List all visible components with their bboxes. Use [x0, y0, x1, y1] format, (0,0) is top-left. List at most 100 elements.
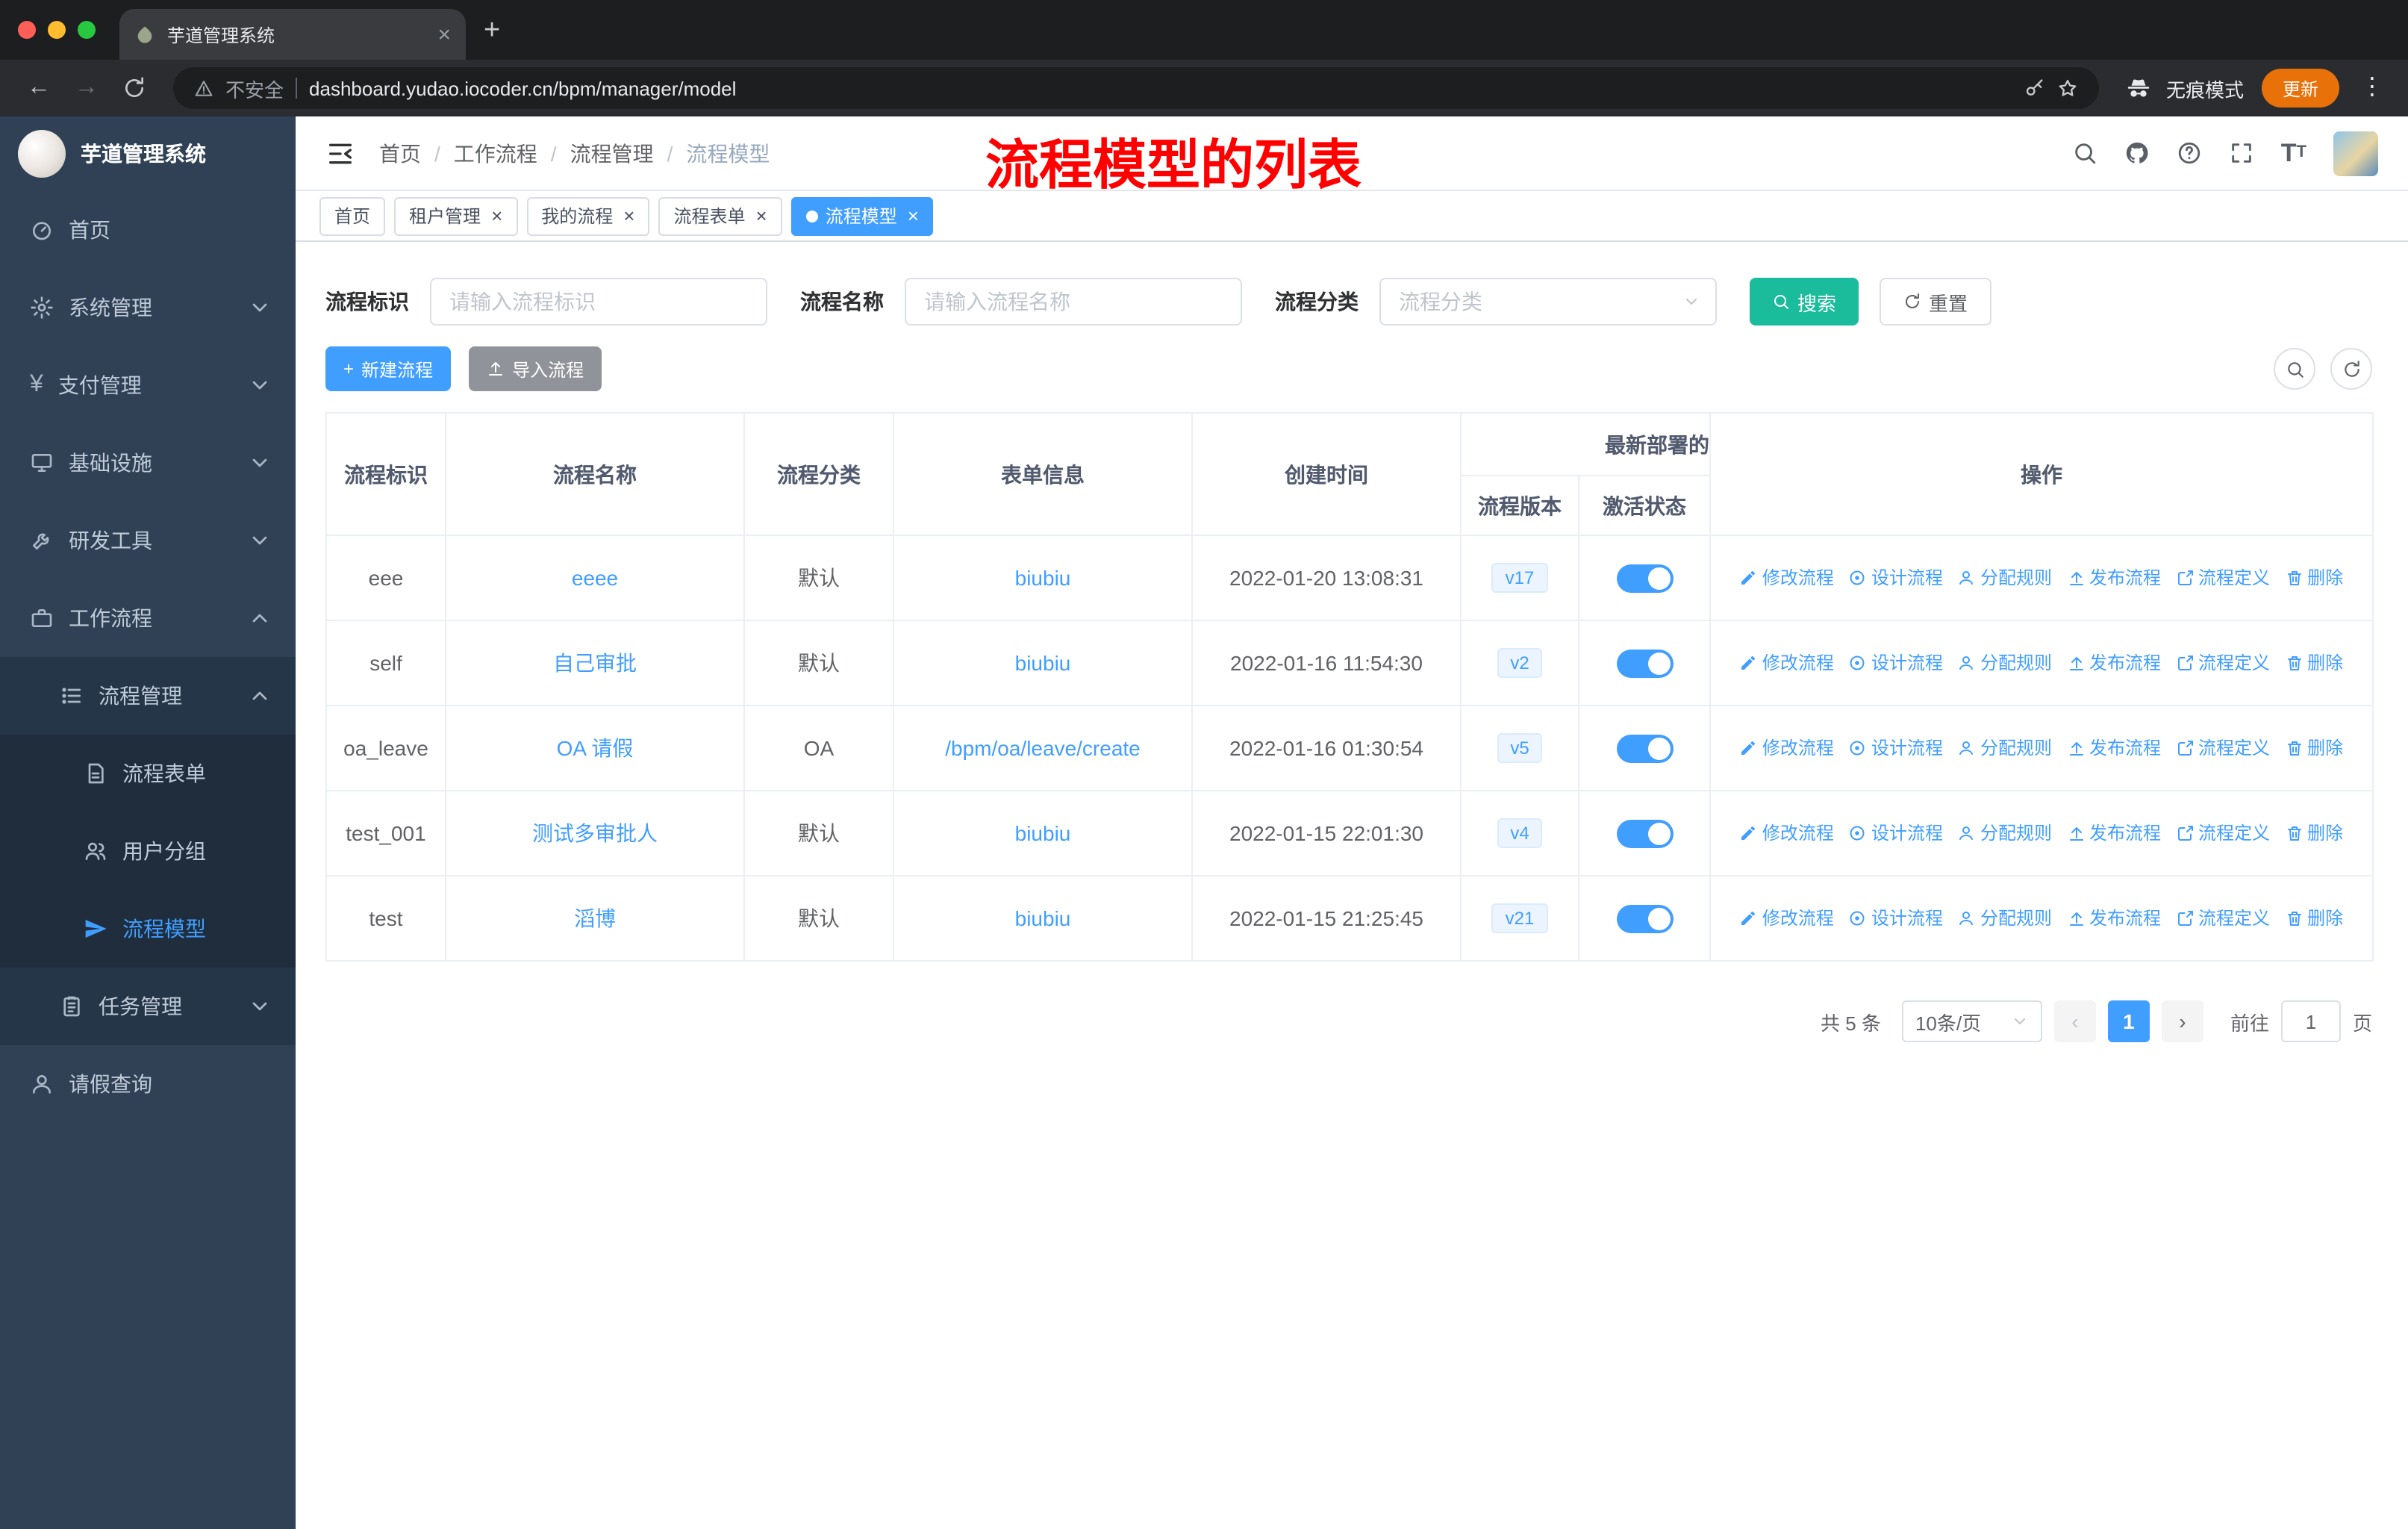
op-assign-link[interactable]: 分配规则 — [1958, 565, 2052, 591]
model-name-link[interactable]: 测试多审批人 — [532, 821, 658, 845]
sidebar-item-11[interactable]: 请假查询 — [0, 1045, 296, 1123]
reload-icon[interactable] — [113, 76, 155, 100]
op-definition-link[interactable]: 流程定义 — [2176, 906, 2270, 931]
back-icon[interactable]: ← — [18, 75, 60, 100]
toggle-search-button[interactable] — [2274, 348, 2315, 390]
op-delete-link[interactable]: 删除 — [2285, 906, 2343, 931]
close-icon[interactable]: × — [756, 206, 767, 225]
breadcrumb-item[interactable]: 首页 — [379, 138, 421, 168]
update-button[interactable]: 更新 — [2261, 69, 2339, 108]
prev-page-button[interactable]: ‹ — [2053, 1000, 2096, 1042]
refresh-table-button[interactable] — [2330, 348, 2372, 390]
url-bar[interactable]: 不安全 dashboard.yudao.iocoder.cn/bpm/manag… — [173, 67, 2099, 109]
page-tag-2[interactable]: 我的流程 × — [526, 196, 650, 235]
kebab-icon[interactable]: ⋮ — [2360, 75, 2384, 100]
model-id-input[interactable] — [430, 278, 767, 326]
page-size-select[interactable]: 10条/页 — [1901, 1000, 2042, 1042]
category-select[interactable]: 流程分类 — [1379, 278, 1717, 326]
close-window-button[interactable] — [18, 21, 36, 39]
plus-icon[interactable]: + — [484, 16, 500, 44]
model-name-link[interactable]: 滔博 — [574, 906, 616, 930]
form-link[interactable]: biubiu — [1015, 821, 1071, 845]
model-name-link[interactable]: OA 请假 — [557, 736, 634, 760]
active-toggle[interactable] — [1616, 564, 1673, 592]
key-icon[interactable] — [2024, 78, 2045, 99]
op-publish-link[interactable]: 发布流程 — [2067, 565, 2161, 591]
op-delete-link[interactable]: 删除 — [2285, 735, 2343, 761]
op-design-link[interactable]: 设计流程 — [1849, 906, 1943, 931]
sidebar-item-6[interactable]: 流程管理 — [0, 657, 296, 735]
op-delete-link[interactable]: 删除 — [2285, 565, 2343, 591]
fold-icon[interactable] — [325, 138, 355, 168]
active-toggle[interactable] — [1616, 819, 1673, 847]
sidebar-item-7[interactable]: 流程表单 — [0, 735, 296, 812]
page-tag-1[interactable]: 租户管理 × — [394, 196, 518, 235]
op-publish-link[interactable]: 发布流程 — [2067, 906, 2161, 931]
sidebar-item-4[interactable]: 研发工具 — [0, 502, 296, 579]
close-icon[interactable]: × — [437, 23, 451, 46]
op-edit-link[interactable]: 修改流程 — [1740, 906, 1834, 931]
op-assign-link[interactable]: 分配规则 — [1958, 820, 2052, 846]
op-publish-link[interactable]: 发布流程 — [2067, 650, 2161, 676]
import-model-button[interactable]: 导入流程 — [469, 346, 602, 391]
op-definition-link[interactable]: 流程定义 — [2176, 650, 2270, 676]
goto-page-input[interactable] — [2280, 1000, 2341, 1042]
active-toggle[interactable] — [1616, 734, 1673, 762]
form-link[interactable]: biubiu — [1015, 651, 1071, 675]
op-assign-link[interactable]: 分配规则 — [1958, 650, 2052, 676]
forward-icon[interactable]: → — [66, 75, 107, 100]
sidebar-item-8[interactable]: 用户分组 — [0, 812, 296, 890]
zoom-window-button[interactable] — [78, 21, 96, 39]
op-edit-link[interactable]: 修改流程 — [1740, 565, 1834, 591]
search-button[interactable]: 搜索 — [1750, 278, 1859, 326]
sidebar-item-9[interactable]: 流程模型 — [0, 890, 296, 968]
app-logo[interactable]: 芋道管理系统 — [0, 116, 296, 191]
op-assign-link[interactable]: 分配规则 — [1958, 906, 2052, 931]
model-name-link[interactable]: eeee — [572, 566, 618, 590]
page-tag-0[interactable]: 首页 — [319, 196, 386, 235]
form-link[interactable]: biubiu — [1015, 906, 1071, 930]
op-definition-link[interactable]: 流程定义 — [2176, 565, 2270, 591]
op-definition-link[interactable]: 流程定义 — [2176, 820, 2270, 846]
sidebar-item-3[interactable]: 基础设施 — [0, 424, 296, 502]
browser-tab[interactable]: 芋道管理系统 × — [119, 9, 466, 60]
github-icon[interactable] — [2124, 140, 2150, 166]
page-number-button[interactable]: 1 — [2107, 1000, 2150, 1042]
op-assign-link[interactable]: 分配规则 — [1958, 735, 2052, 761]
sidebar-item-5[interactable]: 工作流程 — [0, 579, 296, 657]
sidebar-item-0[interactable]: 首页 — [0, 191, 296, 269]
op-delete-link[interactable]: 删除 — [2285, 650, 2343, 676]
op-design-link[interactable]: 设计流程 — [1849, 735, 1943, 761]
op-edit-link[interactable]: 修改流程 — [1740, 650, 1834, 676]
op-publish-link[interactable]: 发布流程 — [2067, 735, 2161, 761]
breadcrumb-item[interactable]: 流程模型 — [686, 138, 770, 168]
op-design-link[interactable]: 设计流程 — [1849, 820, 1943, 846]
op-design-link[interactable]: 设计流程 — [1849, 565, 1943, 591]
font-size-icon[interactable]: TT — [2281, 140, 2306, 166]
question-icon[interactable] — [2177, 140, 2202, 166]
op-design-link[interactable]: 设计流程 — [1849, 650, 1943, 676]
page-tag-3[interactable]: 流程表单 × — [658, 196, 782, 235]
sidebar-item-1[interactable]: 系统管理 — [0, 269, 296, 346]
sidebar-item-2[interactable]: ¥ 支付管理 — [0, 346, 296, 424]
user-avatar[interactable] — [2333, 131, 2378, 175]
create-model-button[interactable]: + 新建流程 — [325, 346, 452, 391]
minimize-window-button[interactable] — [48, 21, 66, 39]
active-toggle[interactable] — [1616, 649, 1673, 677]
reset-button[interactable]: 重置 — [1880, 278, 1992, 326]
fullscreen-icon[interactable] — [2229, 140, 2254, 166]
next-page-button[interactable]: › — [2161, 1000, 2203, 1042]
close-icon[interactable]: × — [908, 206, 919, 225]
model-name-input[interactable] — [905, 278, 1242, 326]
op-edit-link[interactable]: 修改流程 — [1740, 820, 1834, 846]
form-link[interactable]: /bpm/oa/leave/create — [945, 736, 1141, 760]
model-name-link[interactable]: 自己审批 — [553, 651, 637, 675]
breadcrumb-item[interactable]: 工作流程 — [454, 138, 537, 168]
close-icon[interactable]: × — [491, 206, 502, 225]
form-link[interactable]: biubiu — [1015, 566, 1071, 590]
star-icon[interactable] — [2057, 78, 2078, 99]
sidebar-item-10[interactable]: 任务管理 — [0, 968, 296, 1045]
close-icon[interactable]: × — [623, 206, 634, 225]
op-definition-link[interactable]: 流程定义 — [2176, 735, 2270, 761]
op-delete-link[interactable]: 删除 — [2285, 820, 2343, 846]
